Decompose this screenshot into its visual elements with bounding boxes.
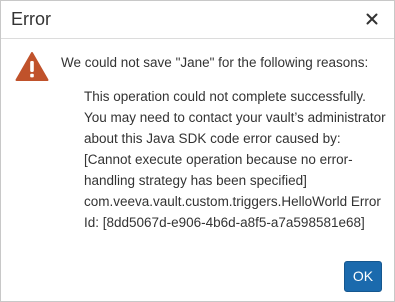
error-detail-line: handling strategy has been specified]: [84, 173, 307, 188]
warning-triangle-icon: [15, 51, 49, 82]
dialog-title: Error: [11, 9, 51, 29]
error-headline: We could not save "Jane" for the followi…: [61, 55, 369, 70]
ok-button[interactable]: OK: [344, 261, 382, 292]
close-icon[interactable]: [364, 11, 380, 27]
error-detail-line: Id: [8dd5067d-e906-4b6d-a8f5-a7a598581e6…: [84, 215, 365, 230]
error-detail-line: [Cannot execute operation because no err…: [84, 152, 353, 167]
error-detail-line: This operation could not complete succes…: [84, 89, 366, 104]
error-dialog: Error We could not save "Jane" for the f…: [0, 0, 395, 302]
dialog-header: Error: [1, 1, 394, 39]
error-detail-line: You may need to contact your vault’s adm…: [84, 110, 386, 125]
error-detail-line: about this Java SDK code error caused by…: [84, 131, 341, 146]
error-detail-line: com.veeva.vault.custom.triggers.HelloWor…: [84, 194, 381, 209]
error-detail: This operation could not complete succes…: [84, 86, 386, 233]
